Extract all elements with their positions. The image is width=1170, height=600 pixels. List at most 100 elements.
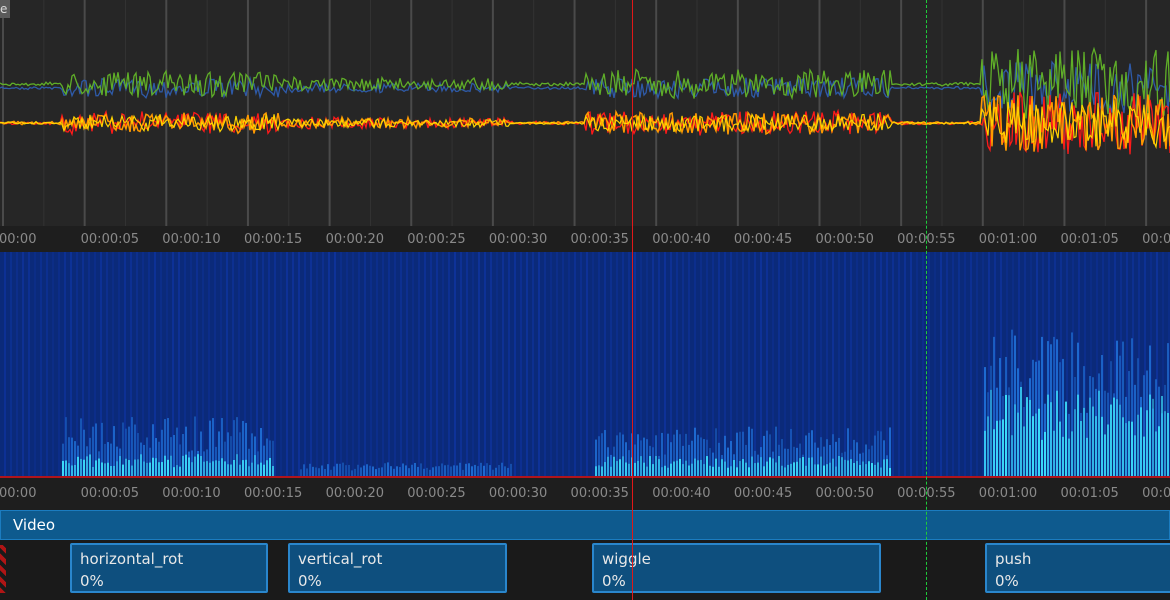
spectrogram-energy-high [1128,421,1130,476]
spectrogram-panel[interactable] [0,252,1170,478]
spectrogram-energy [444,465,446,476]
time-ruler-bottom[interactable]: 00:00 00:00:05 00:00:10 00:00:15 00:00:20 00:… [0,478,1170,508]
panel-tab[interactable]: e [0,0,10,18]
spectrogram-column [592,252,594,476]
spectrogram-energy [318,468,320,476]
spectrogram-column [388,252,390,476]
spectrogram-energy-high [182,455,184,476]
spectrogram-energy [465,463,467,476]
video-track-header[interactable]: Video [0,510,1170,540]
spectrogram-column [400,252,402,476]
spectrogram-column [526,252,528,476]
spectrogram-energy [420,463,422,476]
spectrogram-column [484,252,486,476]
spectrogram-energy [390,466,392,476]
spectrogram-column [568,252,570,476]
spectrogram-energy-high [155,458,157,476]
spectrogram-energy-high [137,459,139,476]
spectrogram-column [496,252,498,476]
spectrogram-energy-high [679,458,681,476]
spectrogram-energy-high [161,462,163,476]
ruler-label: 00:00:50 [815,486,874,501]
clips-track[interactable]: horizontal_rot 0% vertical_rot 0% wiggle… [0,540,1170,600]
spectrogram-energy-high [1131,421,1133,476]
spectrogram-energy-high [122,464,124,476]
spectrogram-energy-high [1164,411,1166,476]
spectrogram-energy [405,465,407,476]
spectrogram-energy-high [1119,404,1121,476]
spectrogram-energy-high [1017,412,1019,476]
time-ruler-top[interactable]: 00:00 00:00:05 00:00:10 00:00:15 00:00:20 00:… [0,226,1170,252]
spectrogram-column [868,252,870,476]
spectrogram-energy-high [619,459,621,476]
spectrogram-energy-high [77,456,79,476]
spectrogram-energy-high [772,458,774,476]
spectrogram-energy-high [128,460,130,476]
spectrogram-energy-high [1074,409,1076,476]
spectrogram-energy-high [1149,394,1151,476]
spectrogram-energy-high [996,420,998,476]
clip-wiggle[interactable]: wiggle 0% [592,543,881,593]
spectrogram-column [142,252,144,476]
spectrogram-energy [471,466,473,476]
spectrogram-energy [396,466,398,476]
spectrogram-energy-high [847,460,849,476]
spectrogram-energy [477,466,479,476]
spectrogram-energy-high [65,460,67,476]
spectrogram-column [358,252,360,476]
spectrogram-column [712,252,714,476]
spectrogram-energy-high [224,461,226,476]
spectrogram-column [532,252,534,476]
spectrogram-energy-high [670,463,672,476]
spectrogram-energy-high [760,457,762,476]
spectrogram-column [148,252,150,476]
spectrogram-column [760,252,762,476]
spectrogram-energy-high [832,458,834,476]
spectrogram-column [16,252,18,476]
spectrogram-energy-high [212,461,214,476]
spectrogram-energy-high [1146,410,1148,476]
spectrogram-energy-high [1050,402,1052,476]
spectrogram-column [508,252,510,476]
spectrogram-energy-high [1071,431,1073,476]
spectrogram-column [406,252,408,476]
clip-progress: 0% [602,572,626,590]
cue-marker-line[interactable] [925,0,927,600]
signal-graph-panel[interactable]: e [0,0,1170,226]
spectrogram-energy-high [715,458,717,476]
ruler-label: 00:00:25 [407,486,466,501]
spectrogram-energy-high [763,466,765,476]
spectrogram-column [52,252,54,476]
spectrogram-energy-high [601,466,603,476]
spectrogram-energy-high [1101,416,1103,476]
spectrogram-column [298,252,300,476]
spectrogram-energy-high [646,466,648,476]
spectrogram-energy [459,462,461,476]
spectrogram-energy-high [1035,413,1037,476]
spectrogram-energy [486,463,488,476]
spectrogram-energy-high [709,465,711,476]
spectrogram-energy-high [883,459,885,476]
spectrogram-energy-high [685,460,687,476]
clip-horizontal-rot[interactable]: horizontal_rot 0% [70,543,268,593]
spectrogram-energy-high [829,462,831,476]
ruler-label: 00:01:10 [1142,486,1170,501]
spectrogram-energy-high [664,465,666,476]
spectrogram-energy-high [1110,404,1112,476]
spectrogram-column [550,252,552,476]
spectrogram-energy [354,468,356,476]
spectrogram-energy [309,463,311,476]
spectrogram-energy-high [865,464,867,476]
spectrogram-column [424,252,426,476]
spectrogram-energy-high [230,464,232,476]
clip-push[interactable]: push 0% [985,543,1170,593]
spectrogram-energy-high [724,461,726,476]
spectrogram-energy-high [95,460,97,476]
playhead-line[interactable] [631,0,633,600]
spectrogram-energy-high [89,454,91,476]
spectrogram-column [940,252,942,476]
spectrogram-column [10,252,12,476]
spectrogram-energy-high [1014,404,1016,476]
spectrogram-energy-high [775,462,777,476]
clip-vertical-rot[interactable]: vertical_rot 0% [288,543,507,593]
